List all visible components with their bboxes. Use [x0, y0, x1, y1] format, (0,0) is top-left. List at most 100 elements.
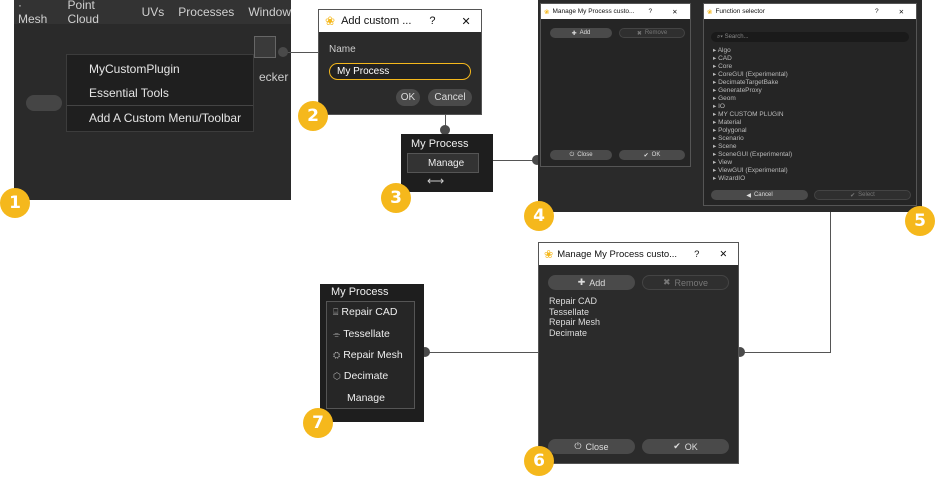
dialog-title-bar: ❀ Function selector ? ✕ [704, 4, 916, 19]
add-button[interactable]: ✚ Add [548, 275, 635, 290]
list-item[interactable]: Decimate [549, 328, 600, 339]
ok-button[interactable]: ✔ OK [642, 439, 729, 454]
dialog-title-bar: ❀ Add custom ... ? ✕ [319, 10, 481, 32]
close-label: Close [585, 441, 609, 452]
toolbar-pill [26, 95, 62, 111]
menu-item-manage[interactable]: Manage [347, 392, 385, 404]
help-icon[interactable]: ? [694, 249, 699, 260]
help-icon[interactable]: ? [648, 8, 652, 15]
step-5-badge: 5 [905, 206, 935, 236]
tree-item[interactable]: ▸ DecimateTargetBake [713, 79, 792, 87]
remove-label: Remove [674, 277, 709, 288]
connector-3-4 [493, 160, 537, 161]
plus-icon: ✚ [577, 277, 586, 287]
step-2-badge: 2 [298, 101, 328, 131]
menu-mesh[interactable]: · Mesh [18, 0, 54, 26]
close-icon[interactable]: ✕ [719, 249, 727, 260]
menu-item-decimate[interactable]: ⬡ Decimate [333, 370, 388, 382]
select-button[interactable]: ✔ Select [814, 190, 911, 200]
cancel-label: Cancel [753, 192, 773, 198]
manage-dialog-large: ❀ Manage My Process custo... ? ✕ ✚ Add ✖ R… [538, 242, 739, 464]
menu-item-essential-tools[interactable]: Essential Tools [89, 86, 169, 100]
add-custom-dialog: ❀ Add custom ... ? ✕ Name My Process OK … [318, 9, 482, 115]
dropdown-menu: MyCustomPlugin Essential Tools Add A Cus… [66, 54, 254, 132]
menu-item-repair-mesh[interactable]: ⛭ Repair Mesh [333, 349, 403, 361]
dialog-title-bar: ❀ Manage My Process custo... ? ✕ [539, 243, 738, 265]
help-icon[interactable]: ? [429, 15, 435, 27]
tree-item[interactable]: ▸ Scene [713, 143, 792, 151]
grid-icon [254, 36, 276, 58]
app-logo-icon: ❀ [707, 8, 713, 16]
tree-item[interactable]: ▸ Material [713, 119, 792, 127]
list-item[interactable]: Repair CAD [549, 296, 600, 307]
remove-button[interactable]: ✖ Remove [642, 275, 729, 290]
tree-item[interactable]: ▸ GenerateProxy [713, 87, 792, 95]
cancel-button[interactable]: ◀ Cancel [711, 190, 808, 200]
remove-button[interactable]: ✖ Remove [619, 28, 685, 38]
decimate-icon: ⬡ [333, 371, 341, 381]
repair-cad-icon: ⌸ [333, 307, 339, 317]
tree-item[interactable]: ▸ Core [713, 63, 792, 71]
menu-item-tessellate[interactable]: ⌯ Tessellate [333, 328, 390, 340]
function-tree: ▸ Algo ▸ CAD ▸ Core ▸ CoreGUI (Experimen… [713, 47, 792, 183]
checker-label: ecker [259, 70, 289, 84]
tree-item[interactable]: ▸ WizardIO [713, 175, 792, 183]
ok-button[interactable]: ✔ OK [619, 150, 685, 160]
ok-button[interactable]: OK [396, 89, 420, 106]
menu-processes[interactable]: Processes [178, 5, 234, 19]
tree-item[interactable]: ▸ View [713, 159, 792, 167]
menu-item-repair-cad[interactable]: ⌸ Repair CAD [333, 306, 397, 318]
cursor-icon: ⟷ [427, 174, 445, 188]
app-logo-icon: ❀ [544, 8, 550, 16]
menu-separator [67, 105, 253, 106]
menu-item-mycustomplugin[interactable]: MyCustomPlugin [89, 62, 180, 76]
tree-item[interactable]: ▸ CAD [713, 55, 792, 63]
my-process-menu-full: My Process ⌸ Repair CAD ⌯ Tessellate ⛭ Repa… [320, 284, 424, 422]
tree-item[interactable]: ▸ Scenario [713, 135, 792, 143]
menu-window[interactable]: Window [248, 5, 291, 19]
close-button[interactable]: ⏻ Close [550, 150, 612, 160]
tree-item[interactable]: ▸ Geom [713, 95, 792, 103]
manage-dialog-small: ❀ Manage My Process custo... ? ✕ ✚ Add ✖ R… [540, 3, 691, 167]
ok-label: OK [684, 441, 698, 452]
menu-item-add-custom-menu[interactable]: Add A Custom Menu/Toolbar [89, 111, 241, 125]
tree-item[interactable]: ▸ Polygonal [713, 127, 792, 135]
dialog-title: Manage My Process custo... [557, 248, 678, 260]
tree-item[interactable]: ▸ SceneGUI (Experimental) [713, 151, 792, 159]
close-icon[interactable]: ✕ [672, 8, 677, 16]
step-4-badge: 4 [524, 201, 554, 231]
connector-dot [278, 47, 288, 57]
dialog-title: Manage My Process custo... [552, 8, 635, 15]
process-list: Repair CAD Tessellate Repair Mesh Decima… [549, 296, 600, 338]
add-label: Add [589, 277, 606, 288]
menu-point-cloud[interactable]: Point Cloud [68, 0, 128, 26]
name-input[interactable]: My Process [329, 63, 471, 80]
manage-item[interactable]: Manage [407, 153, 479, 173]
search-input[interactable]: ⌕▾ Search... [711, 32, 909, 42]
cancel-button[interactable]: Cancel [428, 89, 472, 106]
connector-1-2 [283, 52, 319, 53]
help-icon[interactable]: ? [875, 8, 879, 15]
check-icon: ✔ [673, 441, 681, 451]
dialog-title: Add custom ... [341, 15, 412, 27]
list-item[interactable]: Repair Mesh [549, 317, 600, 328]
tree-item[interactable]: ▸ Algo [713, 47, 792, 55]
tree-item[interactable]: ▸ IO [713, 103, 792, 111]
power-icon: ⏻ [569, 151, 575, 158]
close-icon[interactable]: ✕ [899, 8, 904, 16]
menubar: · Mesh Point Cloud UVs Processes Window [14, 0, 291, 26]
close-button[interactable]: ⏻ Close [548, 439, 635, 454]
connector-5-6-vertical [830, 212, 831, 353]
tree-item[interactable]: ▸ ViewGUI (Experimental) [713, 167, 792, 175]
app-logo-icon: ❀ [544, 248, 554, 261]
add-button[interactable]: ✚ Add [550, 28, 612, 38]
check-icon: ✔ [643, 152, 649, 159]
tree-item[interactable]: ▸ MY CUSTOM PLUGIN [713, 111, 792, 119]
close-icon[interactable]: ✕ [462, 15, 471, 28]
list-item[interactable]: Tessellate [549, 307, 600, 318]
tree-item[interactable]: ▸ CoreGUI (Experimental) [713, 71, 792, 79]
menu-uvs[interactable]: UVs [142, 5, 165, 19]
app-logo-icon: ❀ [325, 14, 336, 28]
power-icon: ⏻ [574, 441, 582, 451]
x-icon: ✖ [662, 277, 671, 287]
